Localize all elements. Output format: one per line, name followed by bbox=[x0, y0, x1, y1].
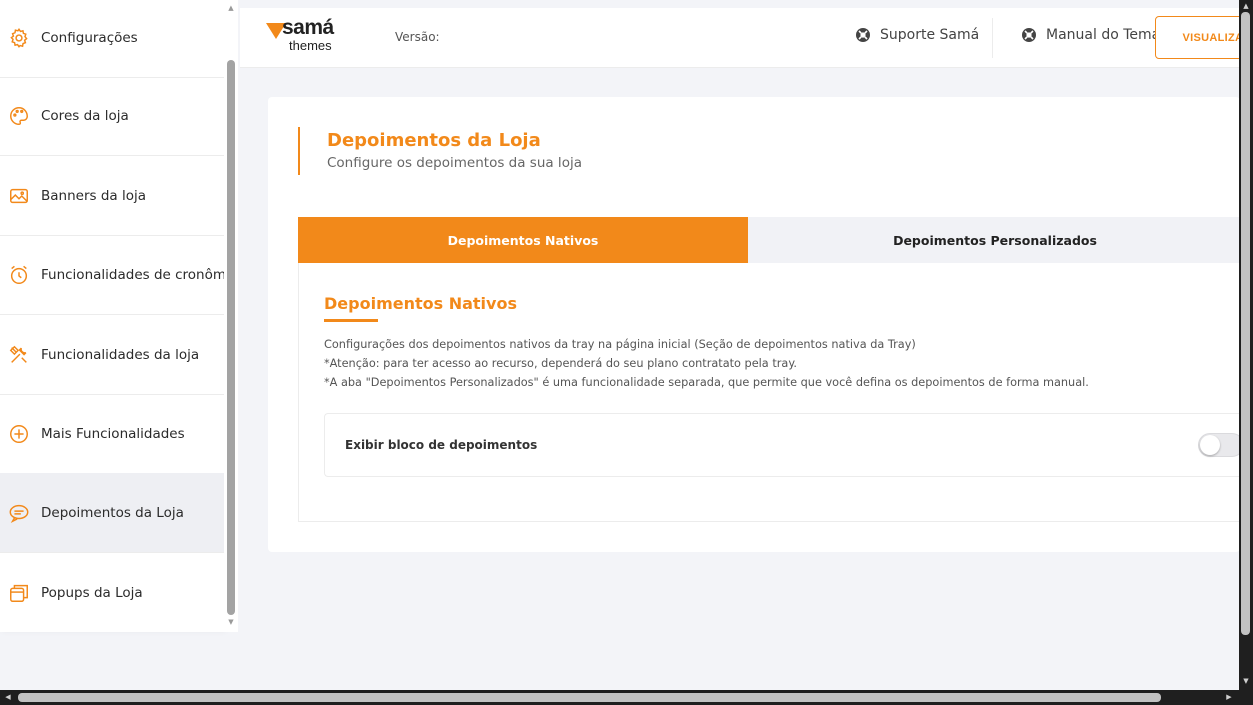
sidebar-item-cronometro[interactable]: Funcionalidades de cronômetro bbox=[0, 235, 224, 315]
logo-subtext: themes bbox=[289, 38, 332, 53]
window-scroll-right-arrow-icon[interactable]: ▶ bbox=[1224, 692, 1234, 702]
window-scroll-down-arrow-icon[interactable]: ▼ bbox=[1241, 676, 1251, 686]
top-header: samá themes Versão: Suporte Samá Manual … bbox=[240, 8, 1253, 68]
chat-bubble-icon bbox=[8, 502, 30, 524]
window-scroll-up-arrow-icon[interactable]: ▲ bbox=[1241, 1, 1251, 11]
sidebar-item-funcionalidades[interactable]: Funcionalidades da loja bbox=[0, 315, 224, 395]
option-label: Exibir bloco de depoimentos bbox=[345, 438, 538, 452]
sidebar-item-label: Depoimentos da Loja bbox=[41, 504, 184, 521]
sidebar-item-configuracoes[interactable]: Configurações bbox=[0, 0, 224, 78]
tab-depoimentos-personalizados[interactable]: Depoimentos Personalizados bbox=[748, 217, 1242, 263]
sidebar-item-label: Mais Funcionalidades bbox=[41, 425, 185, 442]
lifebuoy-icon bbox=[1022, 28, 1036, 42]
section-description: Configurações dos depoimentos nativos da… bbox=[324, 338, 916, 351]
sidebar-scroll-down-arrow-icon[interactable]: ▼ bbox=[226, 617, 236, 627]
toggle-knob bbox=[1200, 435, 1220, 455]
popup-window-icon bbox=[8, 582, 30, 604]
version-label: Versão: bbox=[395, 30, 440, 44]
tabs-panel: Depoimentos Nativos Depoimentos Personal… bbox=[298, 217, 1244, 522]
sidebar-item-banners[interactable]: Banners da loja bbox=[0, 156, 224, 236]
sama-themes-logo[interactable]: samá themes bbox=[266, 16, 361, 56]
sidebar-item-label: Popups da Loja bbox=[41, 585, 143, 601]
sidebar-item-label: Funcionalidades de cronômetro bbox=[41, 266, 224, 283]
sidebar-item-depoimentos[interactable]: Depoimentos da Loja bbox=[0, 473, 224, 553]
section-title: Depoimentos Nativos bbox=[324, 294, 517, 313]
sidebar-item-popups[interactable]: Popups da Loja bbox=[0, 553, 224, 632]
section-title-underline bbox=[324, 319, 378, 322]
window-scroll-left-arrow-icon[interactable]: ◀ bbox=[3, 692, 13, 702]
palette-icon bbox=[8, 105, 30, 127]
support-link-label: Suporte Samá bbox=[880, 27, 980, 43]
show-testimonials-toggle[interactable] bbox=[1198, 433, 1244, 457]
sidebar-item-label: Funcionalidades da loja bbox=[41, 346, 200, 363]
sidebar-scrollbar-thumb[interactable] bbox=[227, 60, 235, 615]
logo-text: samá bbox=[282, 16, 334, 39]
sidebar: Configurações Cores da loja Banners da l… bbox=[0, 0, 224, 632]
manual-link[interactable]: Manual do Tema bbox=[1021, 27, 1160, 43]
header-divider bbox=[992, 18, 993, 58]
lifebuoy-icon bbox=[856, 28, 870, 42]
plus-circle-icon bbox=[8, 423, 30, 445]
page-subtitle: Configure os depoimentos da sua loja bbox=[327, 155, 582, 171]
sidebar-item-label: Configurações bbox=[41, 29, 138, 46]
page-heading: Depoimentos da Loja Configure os depoime… bbox=[298, 127, 582, 175]
image-icon bbox=[8, 185, 30, 207]
tab-depoimentos-nativos[interactable]: Depoimentos Nativos bbox=[298, 217, 748, 263]
main-card: Depoimentos da Loja Configure os depoime… bbox=[268, 97, 1244, 552]
manual-link-label: Manual do Tema bbox=[1046, 27, 1161, 43]
window-vertical-scrollbar-thumb[interactable] bbox=[1241, 12, 1250, 635]
sidebar-item-label: Banners da loja bbox=[41, 187, 146, 204]
tools-icon bbox=[8, 344, 30, 366]
page-title: Depoimentos da Loja bbox=[327, 130, 541, 151]
sidebar-item-mais-funcionalidades[interactable]: Mais Funcionalidades bbox=[0, 394, 224, 474]
gear-icon bbox=[8, 27, 30, 49]
option-row-show-testimonials: Exibir bloco de depoimentos bbox=[324, 413, 1244, 477]
section-note: *A aba "Depoimentos Personalizados" é um… bbox=[324, 376, 1089, 389]
window-horizontal-scrollbar-thumb[interactable] bbox=[18, 693, 1161, 702]
sidebar-item-cores[interactable]: Cores da loja bbox=[0, 76, 224, 156]
sidebar-scroll-up-arrow-icon[interactable]: ▲ bbox=[226, 3, 236, 13]
alarm-clock-icon bbox=[8, 264, 30, 286]
support-link[interactable]: Suporte Samá bbox=[855, 27, 979, 43]
sidebar-item-label: Cores da loja bbox=[41, 107, 129, 124]
section-note: *Atenção: para ter acesso ao recurso, de… bbox=[324, 357, 797, 370]
